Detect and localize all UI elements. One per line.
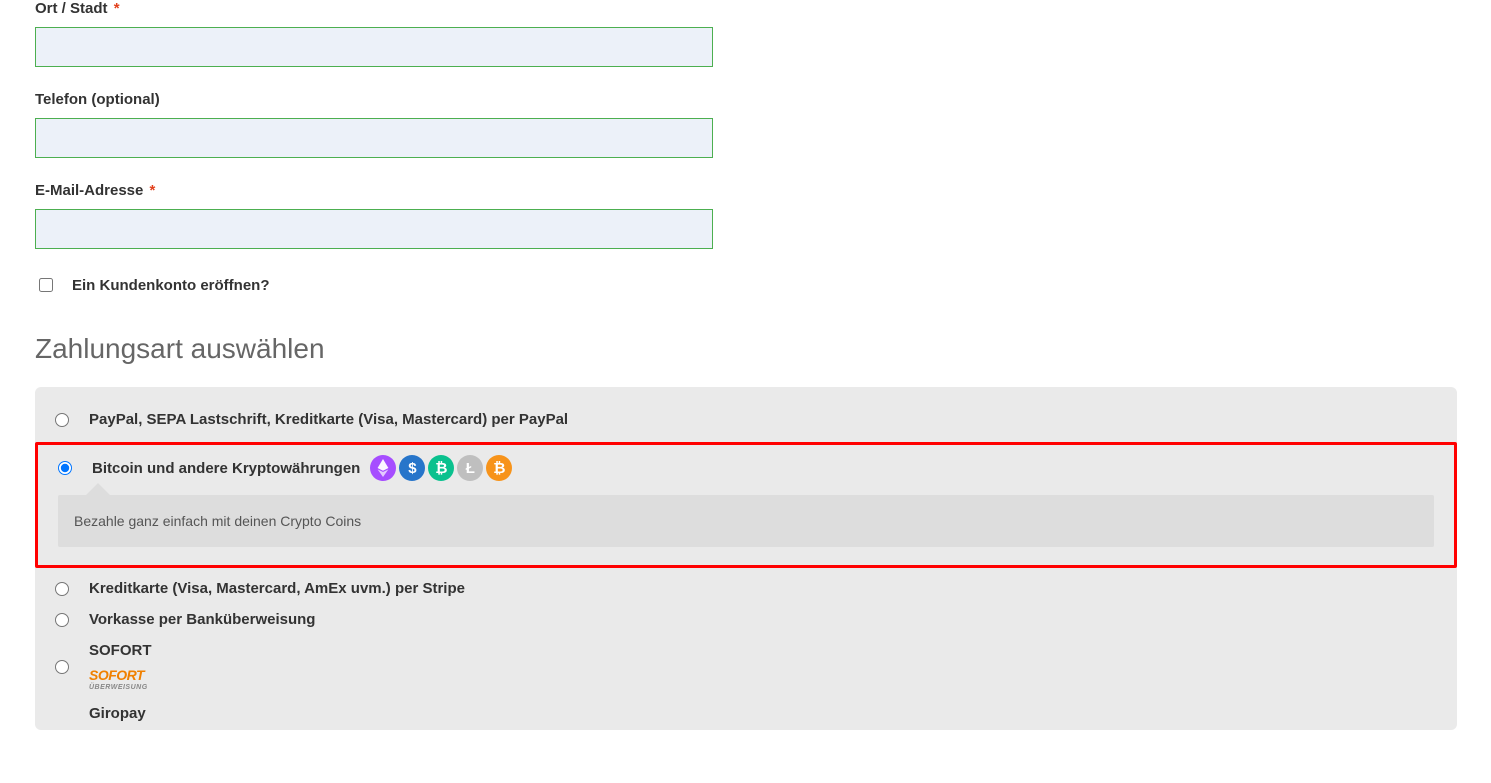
payment-option-vorkasse[interactable]: Vorkasse per Banküberweisung xyxy=(55,605,1437,636)
payment-option-sofort[interactable]: SOFORT SOFORT ÜBERWEISUNG xyxy=(55,636,1437,699)
sofort-logo: SOFORT ÜBERWEISUNG xyxy=(89,667,152,691)
payment-option-crypto[interactable]: Bitcoin und andere Kryptowährungen $ ₿ Ł… xyxy=(58,455,1434,495)
email-label-text: E-Mail-Adresse xyxy=(35,182,143,199)
create-account-checkbox[interactable] xyxy=(39,278,53,292)
sofort-logo-sub: ÜBERWEISUNG xyxy=(89,684,152,691)
crypto-radio[interactable] xyxy=(58,461,72,475)
usdc-icon: $ xyxy=(399,455,425,481)
payment-option-giropay[interactable]: Giropay xyxy=(55,699,1437,722)
bitcoin-cash-icon: ₿ xyxy=(428,455,454,481)
phone-label-text: Telefon (optional) xyxy=(35,91,160,108)
paypal-label: PayPal, SEPA Lastschrift, Kreditkarte (V… xyxy=(89,411,568,428)
payment-options-panel: PayPal, SEPA Lastschrift, Kreditkarte (V… xyxy=(35,387,1457,730)
phone-input[interactable] xyxy=(35,118,713,158)
city-field: Ort / Stadt * xyxy=(35,0,1491,67)
city-label-text: Ort / Stadt xyxy=(35,0,108,17)
city-label: Ort / Stadt * xyxy=(35,0,1491,17)
vorkasse-label: Vorkasse per Banküberweisung xyxy=(89,611,315,628)
required-marker: * xyxy=(114,0,120,17)
sofort-radio[interactable] xyxy=(55,660,69,674)
payment-section-title: Zahlungsart auswählen xyxy=(35,333,1491,365)
giropay-label: Giropay xyxy=(89,705,146,722)
payment-option-crypto-block: Bitcoin und andere Kryptowährungen $ ₿ Ł… xyxy=(35,442,1457,568)
phone-field: Telefon (optional) xyxy=(35,91,1491,158)
sofort-logo-main: SOFORT xyxy=(89,667,152,683)
crypto-info-panel: Bezahle ganz einfach mit deinen Crypto C… xyxy=(58,495,1434,547)
crypto-info-text: Bezahle ganz einfach mit deinen Crypto C… xyxy=(74,513,361,529)
crypto-coin-icons: $ ₿ Ł ₿ xyxy=(370,455,512,481)
crypto-label: Bitcoin und andere Kryptowährungen xyxy=(92,460,360,477)
sofort-content: SOFORT SOFORT ÜBERWEISUNG xyxy=(89,642,152,691)
sofort-label: SOFORT xyxy=(89,642,152,659)
create-account-row: Ein Kundenkonto eröffnen? xyxy=(35,273,1491,295)
payment-option-paypal[interactable]: PayPal, SEPA Lastschrift, Kreditkarte (V… xyxy=(55,405,1437,436)
paypal-radio[interactable] xyxy=(55,413,69,427)
stripe-label: Kreditkarte (Visa, Mastercard, AmEx uvm.… xyxy=(89,580,465,597)
city-input[interactable] xyxy=(35,27,713,67)
vorkasse-radio[interactable] xyxy=(55,613,69,627)
phone-label: Telefon (optional) xyxy=(35,91,1491,108)
create-account-label: Ein Kundenkonto eröffnen? xyxy=(72,277,269,294)
stripe-radio[interactable] xyxy=(55,582,69,596)
required-marker: * xyxy=(150,182,156,199)
bitcoin-icon: ₿ xyxy=(486,455,512,481)
email-input[interactable] xyxy=(35,209,713,249)
email-label: E-Mail-Adresse * xyxy=(35,182,1491,199)
litecoin-icon: Ł xyxy=(457,455,483,481)
payment-option-stripe[interactable]: Kreditkarte (Visa, Mastercard, AmEx uvm.… xyxy=(55,574,1437,605)
ethereum-icon xyxy=(370,455,396,481)
email-field: E-Mail-Adresse * xyxy=(35,182,1491,249)
